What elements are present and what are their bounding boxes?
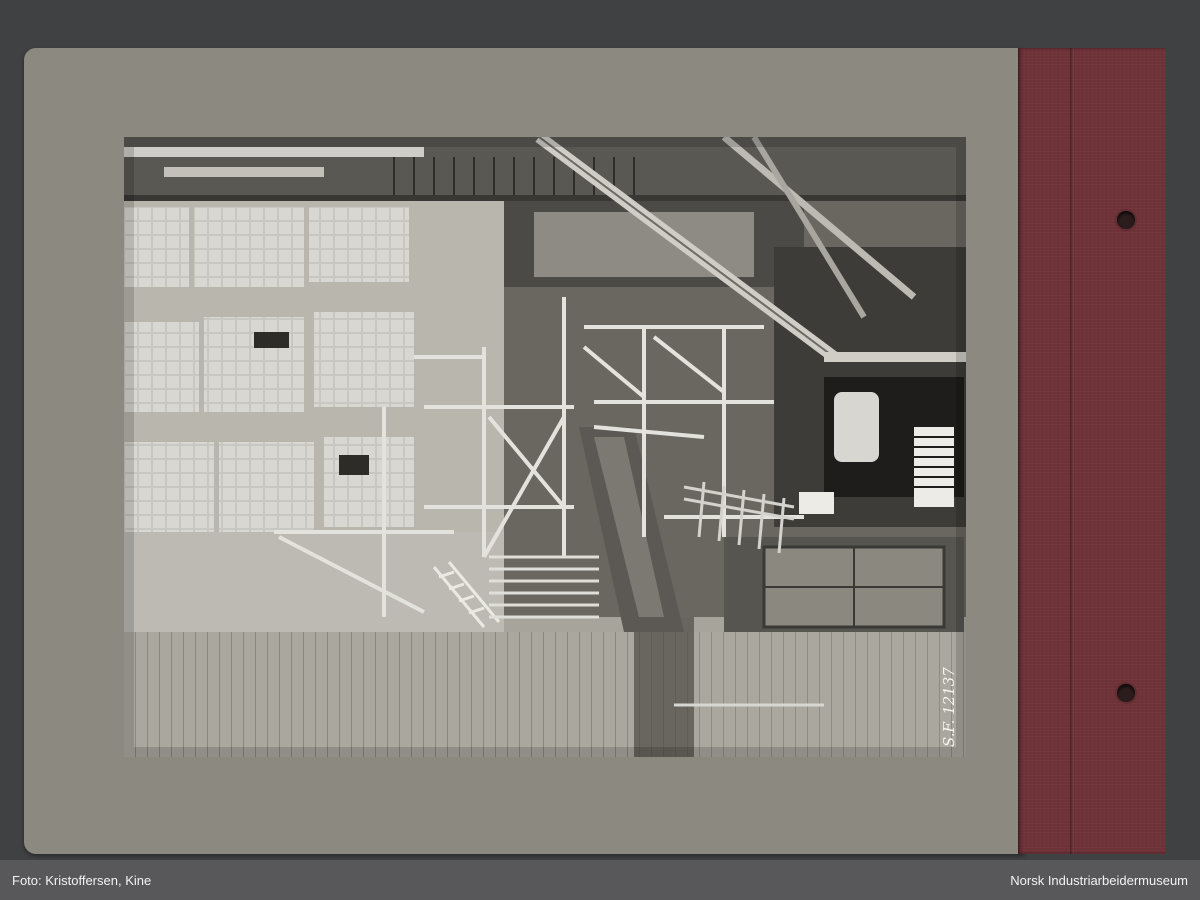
binding-crease xyxy=(1070,48,1074,854)
album-binding xyxy=(1018,48,1166,854)
archival-photograph: S.F. 12137 xyxy=(124,137,966,757)
photo-credit: Foto: Kristoffersen, Kine xyxy=(12,872,152,888)
binding-hole-bottom xyxy=(1117,684,1135,702)
institution-name: Norsk Industriarbeidermuseum xyxy=(1010,872,1188,888)
handwritten-number: S.F. 12137 xyxy=(940,667,958,747)
binding-hole-top xyxy=(1117,211,1135,229)
viewer-stage: S.F. 12137 xyxy=(0,0,1200,860)
wooden-floor-left xyxy=(124,632,664,757)
caption-bar: Foto: Kristoffersen, Kine Norsk Industri… xyxy=(0,860,1200,900)
wooden-floor-right xyxy=(664,632,966,757)
industrial-interior-photo: S.F. 12137 xyxy=(124,137,966,757)
